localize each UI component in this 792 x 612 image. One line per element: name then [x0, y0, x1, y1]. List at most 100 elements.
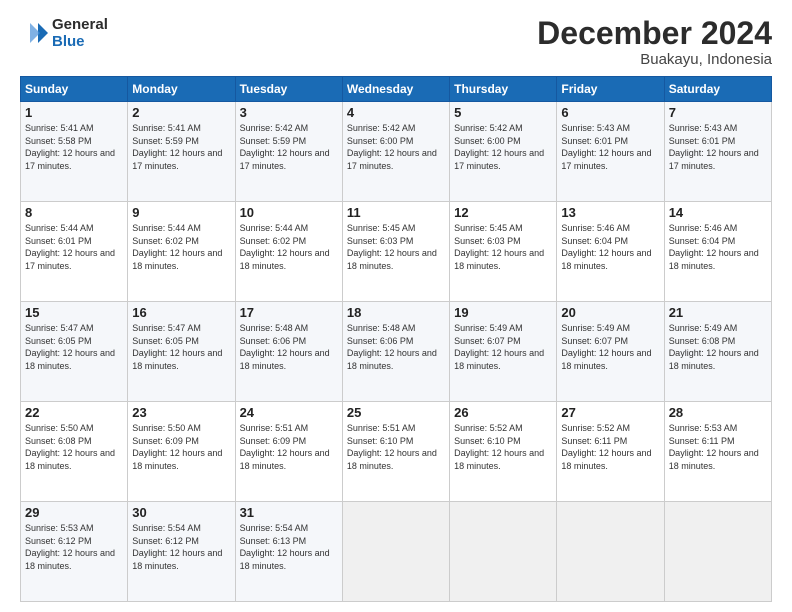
day-info: Sunrise: 5:52 AMSunset: 6:10 PMDaylight:…: [454, 422, 552, 472]
day-number: 15: [25, 305, 123, 320]
day-cell-empty: [557, 502, 664, 602]
day-number: 4: [347, 105, 445, 120]
day-number: 21: [669, 305, 767, 320]
day-info: Sunrise: 5:43 AMSunset: 6:01 PMDaylight:…: [561, 122, 659, 172]
day-cell-20: 20Sunrise: 5:49 AMSunset: 6:07 PMDayligh…: [557, 302, 664, 402]
day-info: Sunrise: 5:49 AMSunset: 6:07 PMDaylight:…: [561, 322, 659, 372]
logo-text: General Blue: [52, 16, 108, 51]
day-info: Sunrise: 5:44 AMSunset: 6:02 PMDaylight:…: [132, 222, 230, 272]
day-cell-21: 21Sunrise: 5:49 AMSunset: 6:08 PMDayligh…: [664, 302, 771, 402]
day-info: Sunrise: 5:47 AMSunset: 6:05 PMDaylight:…: [25, 322, 123, 372]
col-tuesday: Tuesday: [235, 77, 342, 102]
day-cell-25: 25 Sunrise: 5:51 AMSunset: 6:10 PMDayligh…: [342, 402, 449, 502]
day-info: Sunrise: 5:51 AMSunset: 6:09 PMDaylight:…: [240, 422, 338, 472]
day-cell-1: 1Sunrise: 5:41 AMSunset: 5:58 PMDaylight…: [21, 102, 128, 202]
header: General Blue December 2024 Buakayu, Indo…: [20, 16, 772, 68]
day-info: Sunrise: 5:50 AMSunset: 6:09 PMDaylight:…: [132, 422, 230, 472]
logo: General Blue: [20, 16, 108, 51]
day-number: 13: [561, 205, 659, 220]
day-cell-26: 26 Sunrise: 5:52 AMSunset: 6:10 PMDayligh…: [450, 402, 557, 502]
day-cell-28: 28 Sunrise: 5:53 AMSunset: 6:11 PMDayligh…: [664, 402, 771, 502]
logo-icon: [20, 19, 48, 47]
day-cell-24: 24Sunrise: 5:51 AMSunset: 6:09 PMDayligh…: [235, 402, 342, 502]
day-cell-2: 2 Sunrise: 5:41 AMSunset: 5:59 PMDaylight…: [128, 102, 235, 202]
calendar-table: Sunday Monday Tuesday Wednesday Thursday…: [20, 76, 772, 602]
day-number: 9: [132, 205, 230, 220]
day-number: 7: [669, 105, 767, 120]
calendar-title: December 2024: [537, 16, 772, 51]
day-number: 14: [669, 205, 767, 220]
day-info: Sunrise: 5:54 AMSunset: 6:13 PMDaylight:…: [240, 522, 338, 572]
week-row-4: 22 Sunrise: 5:50 AMSunset: 6:08 PMDayligh…: [21, 402, 772, 502]
day-info: Sunrise: 5:51 AMSunset: 6:10 PMDaylight:…: [347, 422, 445, 472]
day-number: 16: [132, 305, 230, 320]
day-cell-15: 15 Sunrise: 5:47 AMSunset: 6:05 PMDayligh…: [21, 302, 128, 402]
day-number: 25: [347, 405, 445, 420]
col-saturday: Saturday: [664, 77, 771, 102]
day-info: Sunrise: 5:47 AMSunset: 6:05 PMDaylight:…: [132, 322, 230, 372]
week-row-5: 29 Sunrise: 5:53 AMSunset: 6:12 PMDayligh…: [21, 502, 772, 602]
day-cell-4: 4Sunrise: 5:42 AMSunset: 6:00 PMDaylight…: [342, 102, 449, 202]
day-cell-9: 9 Sunrise: 5:44 AMSunset: 6:02 PMDaylight…: [128, 202, 235, 302]
day-info: Sunrise: 5:48 AMSunset: 6:06 PMDaylight:…: [347, 322, 445, 372]
day-number: 31: [240, 505, 338, 520]
day-number: 12: [454, 205, 552, 220]
day-cell-6: 6 Sunrise: 5:43 AMSunset: 6:01 PMDaylight…: [557, 102, 664, 202]
day-info: Sunrise: 5:52 AMSunset: 6:11 PMDaylight:…: [561, 422, 659, 472]
day-cell-empty: [450, 502, 557, 602]
day-info: Sunrise: 5:46 AMSunset: 6:04 PMDaylight:…: [561, 222, 659, 272]
day-number: 3: [240, 105, 338, 120]
day-cell-16: 16 Sunrise: 5:47 AMSunset: 6:05 PMDayligh…: [128, 302, 235, 402]
day-cell-31: 31 Sunrise: 5:54 AMSunset: 6:13 PMDayligh…: [235, 502, 342, 602]
day-cell-29: 29 Sunrise: 5:53 AMSunset: 6:12 PMDayligh…: [21, 502, 128, 602]
day-cell-11: 11 Sunrise: 5:45 AMSunset: 6:03 PMDayligh…: [342, 202, 449, 302]
day-number: 26: [454, 405, 552, 420]
day-cell-10: 10Sunrise: 5:44 AMSunset: 6:02 PMDayligh…: [235, 202, 342, 302]
day-cell-27: 27 Sunrise: 5:52 AMSunset: 6:11 PMDayligh…: [557, 402, 664, 502]
week-row-3: 15 Sunrise: 5:47 AMSunset: 6:05 PMDayligh…: [21, 302, 772, 402]
day-number: 11: [347, 205, 445, 220]
week-row-1: 1Sunrise: 5:41 AMSunset: 5:58 PMDaylight…: [21, 102, 772, 202]
day-number: 28: [669, 405, 767, 420]
day-cell-empty: [342, 502, 449, 602]
day-cell-23: 23 Sunrise: 5:50 AMSunset: 6:09 PMDayligh…: [128, 402, 235, 502]
day-info: Sunrise: 5:49 AMSunset: 6:07 PMDaylight:…: [454, 322, 552, 372]
day-info: Sunrise: 5:54 AMSunset: 6:12 PMDaylight:…: [132, 522, 230, 572]
day-number: 23: [132, 405, 230, 420]
day-info: Sunrise: 5:41 AMSunset: 5:59 PMDaylight:…: [132, 122, 230, 172]
day-number: 6: [561, 105, 659, 120]
col-friday: Friday: [557, 77, 664, 102]
day-number: 17: [240, 305, 338, 320]
col-sunday: Sunday: [21, 77, 128, 102]
day-info: Sunrise: 5:42 AMSunset: 6:00 PMDaylight:…: [454, 122, 552, 172]
day-cell-14: 14 Sunrise: 5:46 AMSunset: 6:04 PMDayligh…: [664, 202, 771, 302]
day-info: Sunrise: 5:45 AMSunset: 6:03 PMDaylight:…: [347, 222, 445, 272]
day-number: 29: [25, 505, 123, 520]
day-number: 27: [561, 405, 659, 420]
title-block: December 2024 Buakayu, Indonesia: [537, 16, 772, 68]
col-thursday: Thursday: [450, 77, 557, 102]
day-info: Sunrise: 5:42 AMSunset: 5:59 PMDaylight:…: [240, 122, 338, 172]
day-info: Sunrise: 5:53 AMSunset: 6:12 PMDaylight:…: [25, 522, 123, 572]
day-cell-empty: [664, 502, 771, 602]
day-number: 5: [454, 105, 552, 120]
day-number: 2: [132, 105, 230, 120]
day-cell-7: 7Sunrise: 5:43 AMSunset: 6:01 PMDaylight…: [664, 102, 771, 202]
day-info: Sunrise: 5:44 AMSunset: 6:01 PMDaylight:…: [25, 222, 123, 272]
day-number: 30: [132, 505, 230, 520]
day-number: 18: [347, 305, 445, 320]
day-cell-12: 12 Sunrise: 5:45 AMSunset: 6:03 PMDayligh…: [450, 202, 557, 302]
day-info: Sunrise: 5:50 AMSunset: 6:08 PMDaylight:…: [25, 422, 123, 472]
day-cell-30: 30 Sunrise: 5:54 AMSunset: 6:12 PMDayligh…: [128, 502, 235, 602]
day-cell-18: 18 Sunrise: 5:48 AMSunset: 6:06 PMDayligh…: [342, 302, 449, 402]
calendar-body: 1Sunrise: 5:41 AMSunset: 5:58 PMDaylight…: [21, 102, 772, 602]
day-cell-22: 22 Sunrise: 5:50 AMSunset: 6:08 PMDayligh…: [21, 402, 128, 502]
day-cell-19: 19Sunrise: 5:49 AMSunset: 6:07 PMDayligh…: [450, 302, 557, 402]
day-info: Sunrise: 5:45 AMSunset: 6:03 PMDaylight:…: [454, 222, 552, 272]
day-info: Sunrise: 5:48 AMSunset: 6:06 PMDaylight:…: [240, 322, 338, 372]
day-cell-13: 13 Sunrise: 5:46 AMSunset: 6:04 PMDayligh…: [557, 202, 664, 302]
day-number: 22: [25, 405, 123, 420]
day-info: Sunrise: 5:46 AMSunset: 6:04 PMDaylight:…: [669, 222, 767, 272]
week-row-2: 8Sunrise: 5:44 AMSunset: 6:01 PMDaylight…: [21, 202, 772, 302]
day-info: Sunrise: 5:53 AMSunset: 6:11 PMDaylight:…: [669, 422, 767, 472]
